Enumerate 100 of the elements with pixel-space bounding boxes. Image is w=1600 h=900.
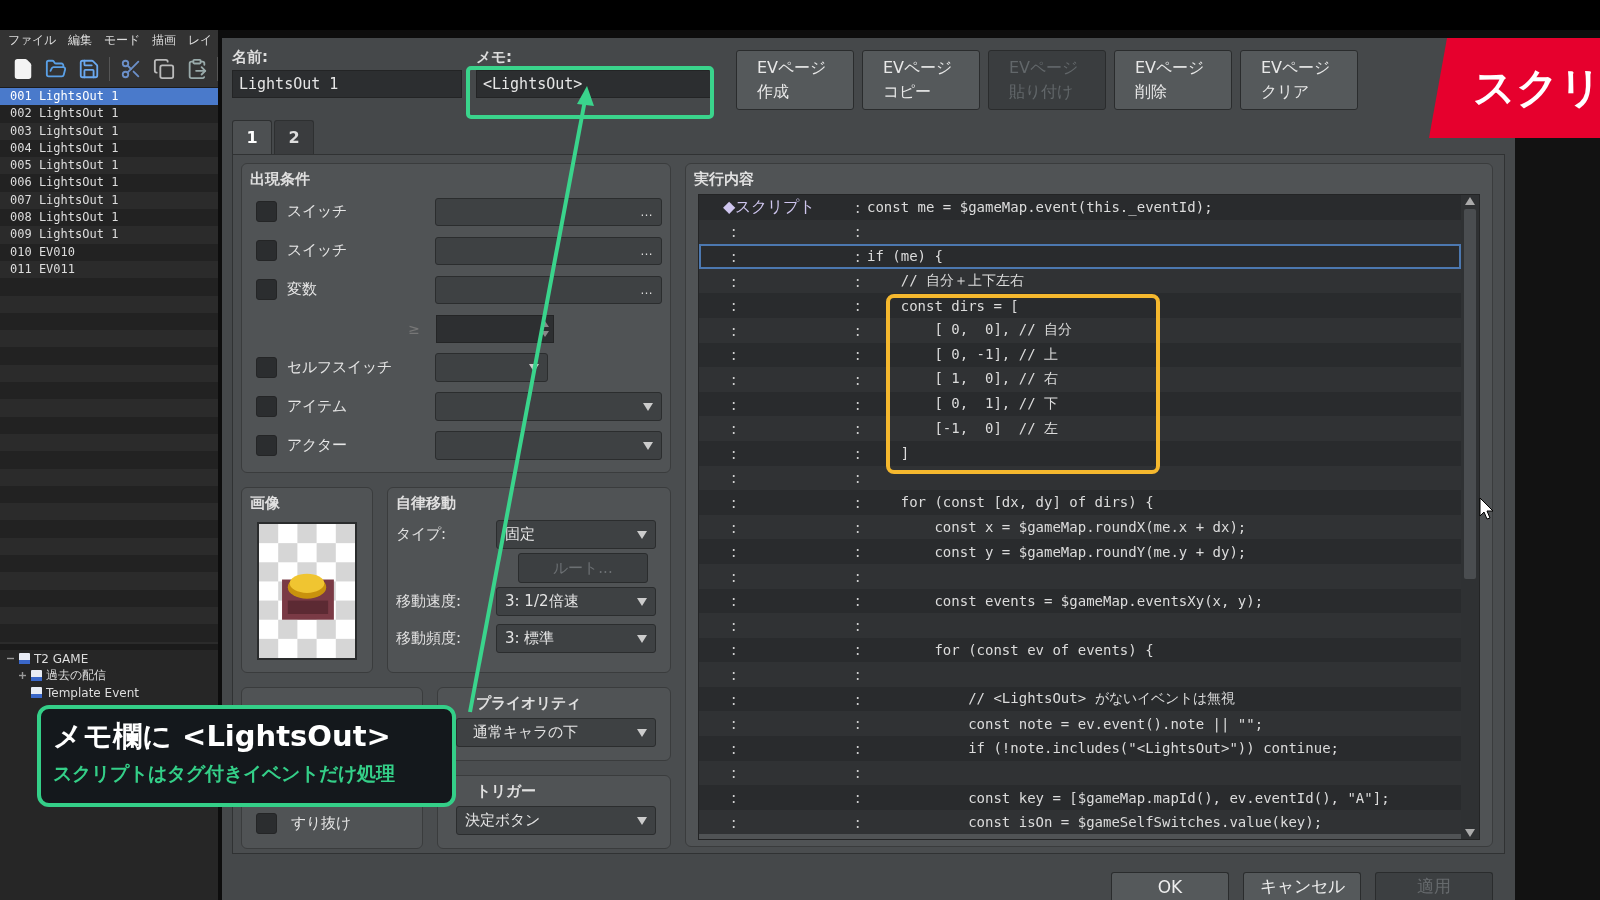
trigger-dropdown[interactable]: 決定ボタン: [456, 806, 656, 835]
command-row[interactable]: : : const y = $gameMap.roundY(me.y + dy);: [699, 539, 1461, 564]
checkbox[interactable]: [256, 813, 277, 834]
command-row[interactable]: : : [ 1, 0], // 右: [699, 367, 1461, 392]
command-row[interactable]: : : [ 0, 1], // 下: [699, 391, 1461, 417]
command-row[interactable]: : :: [699, 563, 1461, 589]
tree-item[interactable]: Template Event: [46, 685, 139, 700]
tree-item[interactable]: T2 GAME: [34, 651, 89, 666]
scroll-down-icon[interactable]: [1465, 829, 1475, 837]
dropdown[interactable]: [434, 392, 662, 421]
type-dropdown[interactable]: 固定: [496, 520, 656, 549]
copy-icon[interactable]: [152, 57, 175, 80]
code-line: const me = $gameMap.event(this._eventId);: [867, 199, 1214, 216]
command-label: :: [730, 419, 738, 439]
checkbox[interactable]: [256, 435, 277, 456]
separator-colon: :: [855, 271, 862, 291]
command-row[interactable]: : : for (const [dx, dy] of dirs) {: [699, 490, 1461, 515]
command-row[interactable]: : :: [699, 760, 1461, 786]
scrollbar-thumb[interactable]: [1464, 209, 1476, 579]
command-row[interactable]: : : if (!note.includes("<LightsOut>")) continue;: [699, 736, 1461, 761]
menu-item[interactable]: レイ: [188, 31, 212, 49]
command-row[interactable]: : : const note = ev.event().note || "";: [699, 711, 1461, 737]
callout-subtitle: スクリプトはタグ付きイベントだけ処理: [53, 761, 396, 786]
event-list-item[interactable]: 001 LightsOut 1: [0, 88, 218, 106]
condition-label: セルフスイッチ: [287, 358, 393, 377]
dropdown-caret-icon: [637, 728, 647, 737]
checkbox[interactable]: [256, 201, 277, 222]
checkbox[interactable]: [256, 396, 277, 417]
separator-colon: :: [855, 812, 862, 832]
command-row[interactable]: : : if (me) {: [699, 244, 1461, 269]
event-page-button[interactable]: EVページ作成: [736, 50, 854, 110]
command-row[interactable]: : : const x = $gameMap.roundX(me.x + dx);: [699, 514, 1461, 540]
command-row[interactable]: : : for (const ev of events) {: [699, 637, 1461, 663]
command-row[interactable]: : :: [699, 613, 1461, 638]
separator-colon: :: [855, 222, 862, 242]
command-row[interactable]: : : const events = $gameMap.eventsXy(x, y);: [699, 588, 1461, 614]
command-label: :: [730, 591, 738, 611]
checkbox[interactable]: [256, 240, 277, 261]
dropdown-caret-icon: [637, 530, 647, 539]
separator-colon: :: [855, 492, 862, 512]
speed-dropdown[interactable]: 3: 1/2倍速: [496, 587, 656, 616]
event-page-button[interactable]: EVページクリア: [1240, 50, 1358, 110]
scrollbar[interactable]: [1461, 195, 1479, 839]
comparison-symbol: ≥: [407, 320, 421, 337]
command-row[interactable]: ◆スクリプト : const me = $gameMap.event(this._eventId);: [699, 195, 1461, 220]
command-label: :: [730, 689, 738, 709]
expand-icon[interactable]: [18, 671, 27, 680]
event-page-button[interactable]: EVページ削除: [1114, 50, 1232, 110]
browse-button[interactable]: …: [640, 204, 653, 219]
dropdown[interactable]: [434, 431, 662, 460]
memo-field[interactable]: <LightsOut>: [476, 70, 712, 98]
command-row[interactable]: : : const dirs = [: [699, 293, 1461, 318]
page-tab[interactable]: 1: [232, 120, 272, 154]
command-row[interactable]: : : ]: [699, 440, 1461, 466]
command-row[interactable]: : : const key = [$gameMap.mapId(), ev.eventId(), "A"];: [699, 785, 1461, 810]
page-tab[interactable]: 2: [274, 120, 314, 154]
command-label: :: [730, 566, 738, 586]
name-label: 名前:: [232, 48, 269, 67]
command-row[interactable]: : : // 自分＋上下左右: [699, 268, 1461, 294]
separator-colon: :: [855, 517, 862, 537]
callout-title: メモ欄に <LightsOut>: [53, 718, 392, 755]
folder-page-icon: [30, 669, 43, 682]
browse-button[interactable]: …: [640, 243, 653, 258]
command-row[interactable]: : :: [699, 219, 1461, 245]
checkbox[interactable]: [256, 357, 277, 378]
condition-field[interactable]: …: [434, 275, 662, 304]
panel-title: 画像: [250, 494, 281, 514]
command-row[interactable]: : : [ 0, -1], // 上: [699, 342, 1461, 368]
separator-colon: :: [855, 763, 862, 783]
checkbox[interactable]: [256, 279, 277, 300]
menu-item[interactable]: 描画: [152, 31, 176, 49]
dialog-button[interactable]: OK: [1111, 872, 1229, 900]
command-row[interactable]: : : [-1, 0] // 左: [699, 416, 1461, 441]
name-field[interactable]: LightsOut 1: [232, 70, 462, 98]
save-icon[interactable]: [77, 57, 100, 80]
menu-item[interactable]: モード: [104, 31, 140, 49]
tree-item[interactable]: 過去の配信: [46, 667, 106, 684]
condition-field[interactable]: …: [434, 197, 662, 226]
open-folder-icon[interactable]: [44, 57, 67, 80]
command-row[interactable]: : :: [699, 662, 1461, 687]
event-page-button[interactable]: EVページコピー: [862, 50, 980, 110]
scroll-up-icon[interactable]: [1465, 197, 1475, 205]
menu-item[interactable]: 編集: [68, 31, 92, 49]
command-label: :: [730, 615, 738, 635]
menu-item[interactable]: ファイル: [8, 31, 56, 49]
condition-label: スイッチ: [287, 241, 348, 260]
dropdown[interactable]: [435, 353, 548, 382]
separator-colon: :: [855, 369, 862, 389]
separator-colon: :: [855, 591, 862, 611]
command-row[interactable]: : : // <LightsOut> がないイベントは無視: [699, 686, 1461, 712]
condition-field[interactable]: …: [434, 236, 662, 265]
folder-page-icon: [18, 652, 31, 665]
dialog-button[interactable]: キャンセル: [1243, 872, 1361, 900]
command-row[interactable]: : : const isOn = $gameSelfSwitches.value(key);: [699, 809, 1461, 835]
browse-button[interactable]: …: [640, 282, 653, 297]
command-row[interactable]: : : [ 0, 0], // 自分: [699, 317, 1461, 343]
cut-icon[interactable]: [119, 57, 142, 80]
priority-dropdown[interactable]: 通常キャラの下: [456, 718, 656, 747]
frequency-dropdown[interactable]: 3: 標準: [496, 624, 656, 653]
number-spinbox[interactable]: [436, 314, 554, 343]
